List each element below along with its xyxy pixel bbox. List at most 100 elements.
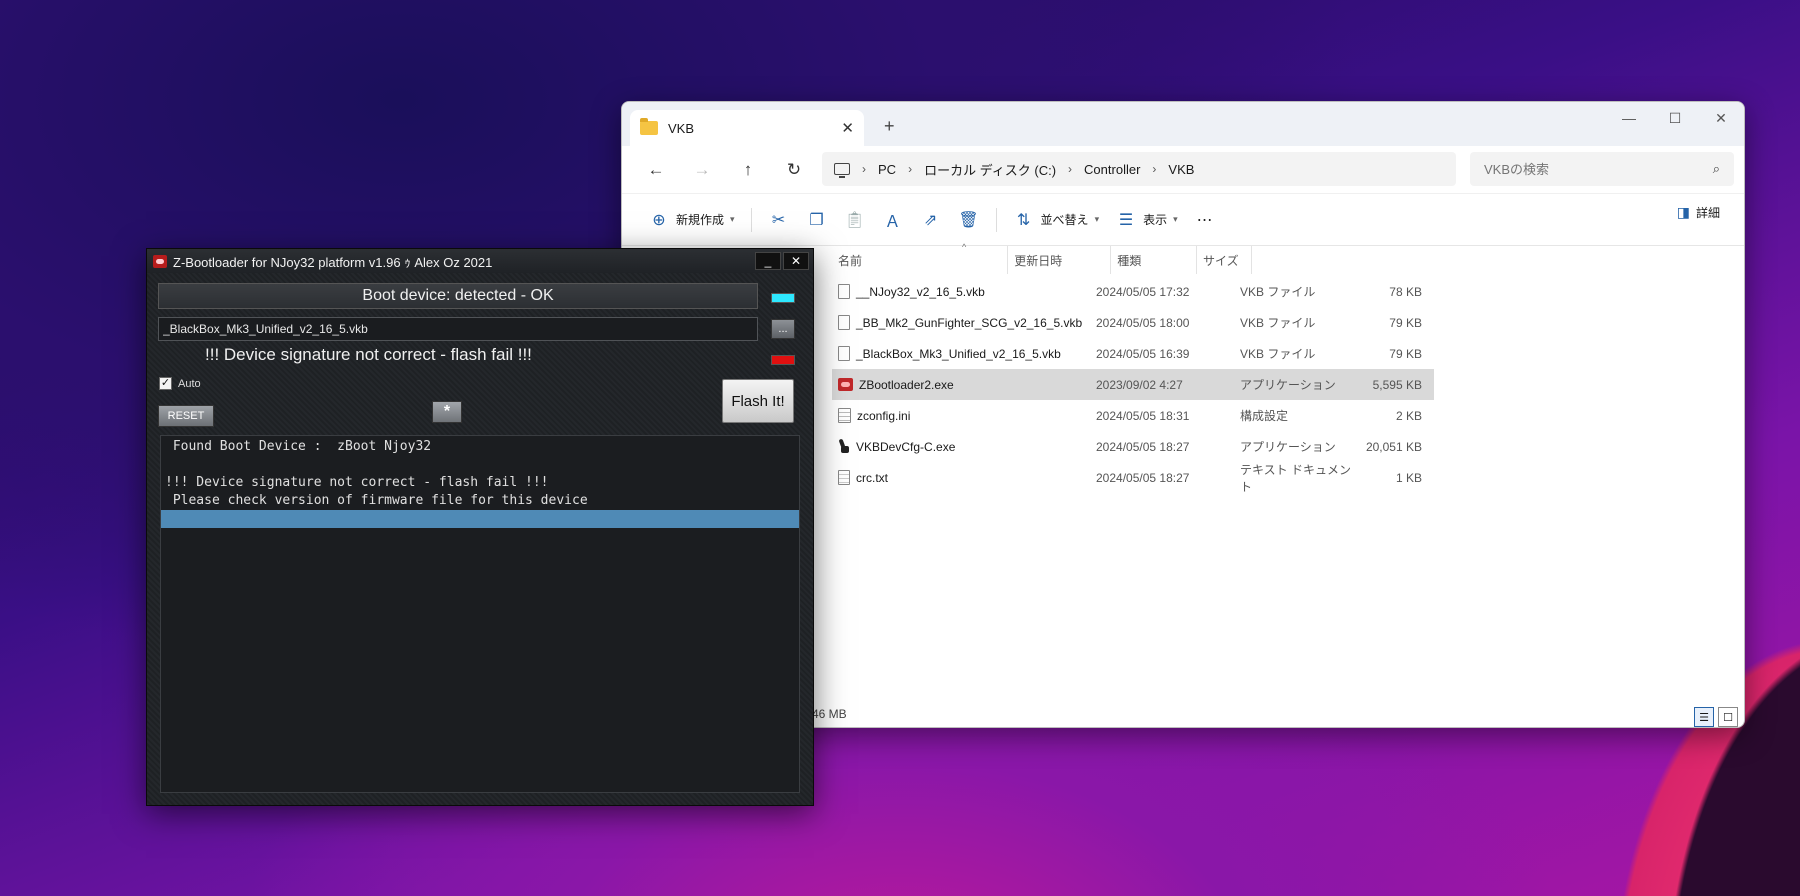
details-pane-icon: ◨ [1676, 204, 1690, 220]
new-button[interactable]: ⊕ 新規作成 ▾ [640, 204, 743, 236]
window-title: Z-Bootloader for NJoy32 platform v1.96 ｩ… [173, 254, 493, 270]
copy-button[interactable]: ❐ [798, 204, 836, 236]
close-window-icon[interactable]: ✕ [1698, 102, 1744, 134]
file-list: __NJoy32_v2_16_5.vkb 2024/05/05 17:32 VK… [832, 276, 1434, 494]
details-view-icon[interactable]: ☰ [1694, 707, 1714, 727]
file-name: VKBDevCfg-C.exe [856, 439, 956, 454]
share-icon: ⇗ [923, 211, 938, 229]
column-header-row: 名前 更新日時 種類 サイズ [832, 246, 1252, 274]
auto-option[interactable]: ✓ Auto [159, 377, 201, 390]
view-toggle: ☰ ☐ [1694, 707, 1738, 727]
sort-button-label: 並べ替え [1040, 213, 1089, 227]
file-type: アプリケーション [1240, 440, 1336, 454]
column-size-header[interactable]: サイズ [1197, 246, 1252, 274]
firmware-file-field[interactable] [158, 317, 758, 341]
auto-label: Auto [178, 377, 201, 390]
file-name: _BB_Mk2_GunFighter_SCG_v2_16_5.vkb [856, 315, 1083, 330]
file-size: 1 KB [1395, 470, 1422, 485]
file-row[interactable]: __NJoy32_v2_16_5.vkb 2024/05/05 17:32 VK… [832, 276, 1434, 307]
file-row[interactable]: _BB_Mk2_GunFighter_SCG_v2_16_5.vkb 2024/… [832, 307, 1434, 338]
text-file-icon [838, 470, 850, 485]
delete-button[interactable]: 🗑︎ [950, 204, 988, 236]
file-size: 78 KB [1389, 284, 1422, 299]
file-date: 2024/05/05 18:27 [1096, 470, 1190, 485]
file-date: 2024/05/05 17:32 [1096, 284, 1190, 299]
file-type: VKB ファイル [1240, 316, 1316, 330]
scissors-icon: ✂ [771, 211, 786, 229]
flash-button[interactable]: Flash It! [722, 379, 794, 423]
chevron-down-icon: ▾ [1094, 214, 1100, 224]
log-line: !!! Device signature not correct - flash… [165, 475, 549, 490]
search-icon[interactable]: ⌕ [1713, 161, 1720, 177]
paste-icon: 📋︎ [844, 211, 865, 229]
sort-icon: ⇅ [1016, 211, 1031, 229]
status-text: 46 MB [812, 707, 847, 721]
toolbar-divider [750, 207, 752, 232]
file-row[interactable]: VKBDevCfg-C.exe 2024/05/05 18:27 アプリケーショ… [832, 431, 1434, 462]
column-date-header[interactable]: 更新日時 [1008, 246, 1112, 274]
explorer-titlebar: VKB ✕ + — ☐ ✕ [622, 102, 1744, 146]
forward-icon[interactable]: → [682, 154, 722, 186]
plus-circle-icon: ⊕ [652, 211, 666, 229]
document-icon [838, 284, 850, 299]
chevron-right-icon: › [908, 162, 913, 176]
command-toolbar: ⊕ 新規作成 ▾ ✂ ❐ 📋︎ Ａ ⇗ 🗑︎ ⇅ 並べ替え ▾ ☰ 表示 ▾ ⋯… [622, 194, 1744, 246]
rename-button[interactable]: Ａ [874, 204, 912, 236]
view-button[interactable]: ☰ 表示 ▾ [1107, 204, 1186, 236]
search-input[interactable] [1484, 161, 1684, 177]
status-led [771, 293, 795, 303]
breadcrumb-local-disk[interactable]: ローカル ディスク (C:) [924, 160, 1056, 179]
up-icon[interactable]: ↑ [728, 154, 768, 186]
column-type-header[interactable]: 種類 [1111, 246, 1197, 274]
breadcrumb-pc[interactable]: PC [878, 162, 896, 177]
close-tab-icon[interactable]: ✕ [841, 119, 854, 137]
auto-checkbox[interactable]: ✓ [159, 377, 172, 390]
file-size: 2 KB [1395, 408, 1422, 423]
tiles-view-icon[interactable]: ☐ [1718, 707, 1738, 727]
maximize-icon[interactable]: ☐ [1652, 102, 1698, 134]
more-options-button[interactable]: ⋯ [1186, 204, 1224, 236]
new-tab-icon[interactable]: + [884, 116, 895, 137]
breadcrumb-controller[interactable]: Controller [1084, 162, 1140, 177]
file-row[interactable]: crc.txt 2024/05/05 18:27 テキスト ドキュメント 1 K… [832, 462, 1434, 494]
breadcrumb-vkb[interactable]: VKB [1168, 162, 1194, 177]
minimize-icon[interactable]: — [1606, 102, 1652, 134]
back-icon[interactable]: ← [636, 154, 676, 186]
log-line: Found Boot Device : zBoot Njoy32 [165, 439, 432, 454]
file-name: __NJoy32_v2_16_5.vkb [856, 284, 985, 299]
zbootloader-titlebar: Z-Bootloader for NJoy32 platform v1.96 ｩ… [147, 249, 813, 273]
tab-vkb[interactable]: VKB ✕ [630, 110, 864, 146]
log-output[interactable]: Found Boot Device : zBoot Njoy32 !!! Dev… [160, 435, 800, 793]
paste-button[interactable]: 📋︎ [836, 204, 874, 236]
log-line: Please check version of firmware file fo… [165, 493, 588, 508]
settings-file-icon [838, 408, 851, 423]
file-type: VKB ファイル [1240, 347, 1316, 361]
tab-label: VKB [668, 120, 695, 136]
close-button[interactable]: ✕ [783, 252, 809, 270]
view-button-label: 表示 [1143, 213, 1168, 227]
column-name-header[interactable]: 名前 [832, 246, 1009, 274]
sort-button[interactable]: ⇅ 並べ替え ▾ [1005, 204, 1108, 236]
file-row-selected[interactable]: ZBootloader2.exe 2023/09/02 4:27 アプリケーショ… [832, 369, 1434, 400]
file-row[interactable]: zconfig.ini 2024/05/05 18:31 構成設定 2 KB [832, 400, 1434, 431]
address-bar[interactable]: › PC › ローカル ディスク (C:) › Controller › VKB [822, 152, 1456, 186]
file-date: 2023/09/02 4:27 [1096, 377, 1183, 392]
file-row[interactable]: _BlackBox_Mk3_Unified_v2_16_5.vkb 2024/0… [832, 338, 1434, 369]
chevron-right-icon: › [1068, 162, 1073, 176]
file-type: VKB ファイル [1240, 285, 1316, 299]
minimize-button[interactable]: _ [755, 252, 781, 270]
share-button[interactable]: ⇗ [912, 204, 950, 236]
status-bar: 46 MB [812, 701, 1744, 727]
star-button[interactable]: * [432, 401, 462, 423]
app-icon [838, 378, 853, 391]
file-name: _BlackBox_Mk3_Unified_v2_16_5.vkb [856, 346, 1061, 361]
zbootloader-window: Z-Bootloader for NJoy32 platform v1.96 ｩ… [146, 248, 814, 806]
log-line-selected [161, 510, 799, 528]
cut-button[interactable]: ✂ [760, 204, 798, 236]
search-box[interactable]: ⌕ [1470, 152, 1734, 186]
reset-button[interactable]: RESET [158, 405, 214, 427]
refresh-icon[interactable]: ↻ [774, 154, 814, 186]
browse-button[interactable]: ... [771, 319, 795, 339]
details-button[interactable]: ◨ 詳細 [1677, 204, 1720, 221]
